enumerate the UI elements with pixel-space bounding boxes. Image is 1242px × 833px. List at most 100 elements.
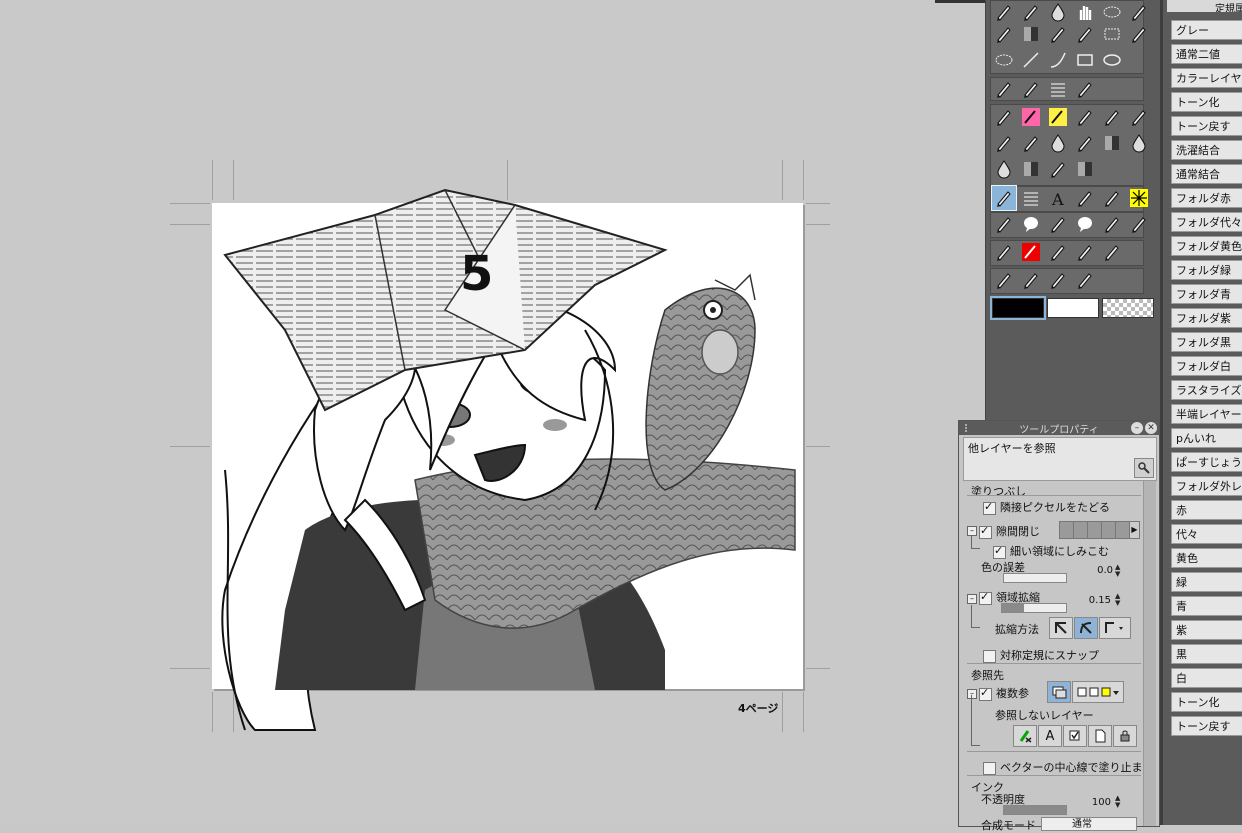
- vector-center-row[interactable]: ベクターの中心線で塗り止ま: [983, 759, 1161, 775]
- correct-line-icon[interactable]: [992, 240, 1016, 264]
- auto-action-item[interactable]: 黒: [1171, 644, 1242, 664]
- auto-action-item[interactable]: 黄色: [1171, 548, 1242, 568]
- auto-action-item[interactable]: フォルダ青: [1171, 284, 1242, 304]
- auto-action-item[interactable]: pんいれ: [1171, 428, 1242, 448]
- auto-action-item[interactable]: 赤: [1171, 500, 1242, 520]
- ruler-tool-icon[interactable]: [992, 268, 1016, 292]
- marker-icon[interactable]: [1046, 105, 1070, 129]
- area-scaling-spinner[interactable]: ▲ ▼: [1115, 593, 1123, 607]
- auto-action-item[interactable]: ラスタライズ: [1171, 380, 1242, 400]
- text-icon[interactable]: A: [1046, 186, 1070, 210]
- auto-action-item[interactable]: 半端レイヤーを: [1171, 404, 1242, 424]
- auto-action-item[interactable]: フォルダ黄色: [1171, 236, 1242, 256]
- auto-action-item[interactable]: フォルダ赤: [1171, 188, 1242, 208]
- auto-action-item[interactable]: トーン戻す: [1171, 116, 1242, 136]
- exclude-draft-icon[interactable]: [1013, 725, 1037, 747]
- correct-line-icon[interactable]: [1073, 240, 1097, 264]
- close-icon[interactable]: ✕: [1145, 422, 1157, 434]
- tool-property-titlebar[interactable]: ツールプロパティ – ✕: [959, 421, 1159, 436]
- color-margin-spinner[interactable]: ▲ ▼: [1115, 564, 1123, 578]
- auto-action-item[interactable]: フォルダ緑: [1171, 260, 1242, 280]
- ruler-icon[interactable]: [1073, 131, 1097, 155]
- main-color-swatch[interactable]: [990, 296, 1046, 320]
- vector-center-checkbox[interactable]: [983, 761, 996, 775]
- collapse-icon[interactable]: –: [967, 526, 977, 536]
- fill-narrow-checkbox[interactable]: [993, 544, 1006, 559]
- auto-action-item[interactable]: 洗濯結合: [1171, 140, 1242, 160]
- hatch-icon[interactable]: [1046, 77, 1070, 101]
- minimize-icon[interactable]: –: [1131, 422, 1143, 434]
- scrollbar[interactable]: [1143, 481, 1156, 826]
- brush-icon[interactable]: [1073, 105, 1097, 129]
- auto-action-item[interactable]: トーン化: [1171, 92, 1242, 112]
- follow-adjacent-row[interactable]: 隣接ピクセルをたどる: [983, 499, 1161, 515]
- opacity-slider[interactable]: [1003, 805, 1067, 815]
- arrow-icon[interactable]: [1100, 186, 1124, 210]
- wrench-icon[interactable]: [1134, 458, 1154, 478]
- exclude-selected-icon[interactable]: [1063, 725, 1087, 747]
- snap-symmetry-row[interactable]: 対称定規にスナップ: [983, 647, 1161, 663]
- auto-action-item[interactable]: カラーレイヤー: [1171, 68, 1242, 88]
- auto-action-item[interactable]: ぱーすじょうぎ: [1171, 452, 1242, 472]
- multiple-ref-row[interactable]: 複数参: [979, 685, 1049, 701]
- color-pen-icon[interactable]: [1019, 105, 1043, 129]
- oval-icon[interactable]: [1100, 48, 1124, 72]
- auto-action-item[interactable]: フォルダ白: [1171, 356, 1242, 376]
- auto-action-item[interactable]: 通常二値: [1171, 44, 1242, 64]
- gradient-icon[interactable]: [1100, 131, 1124, 155]
- perspective-icon[interactable]: [1019, 268, 1043, 292]
- rect-select-icon[interactable]: [1100, 22, 1124, 46]
- area-scaling-checkbox[interactable]: [979, 590, 992, 605]
- red-pen-icon[interactable]: [1019, 240, 1043, 264]
- correct-line-icon[interactable]: [1046, 240, 1070, 264]
- pencil-brush-icon[interactable]: [1019, 77, 1043, 101]
- scale-sharp-icon[interactable]: [1049, 617, 1073, 639]
- color-margin-slider[interactable]: [1003, 573, 1067, 583]
- canvas-area[interactable]: 5 4ページ: [0, 0, 985, 825]
- line-icon[interactable]: [1019, 48, 1043, 72]
- close-gap-level-selector[interactable]: ▶: [1059, 521, 1140, 539]
- magnifier-icon[interactable]: [1019, 0, 1043, 24]
- snap-symmetry-checkbox[interactable]: [983, 649, 996, 663]
- tail-icon[interactable]: [1100, 212, 1124, 236]
- auto-action-item[interactable]: フォルダ代々: [1171, 212, 1242, 232]
- tail-icon[interactable]: [1127, 212, 1151, 236]
- auto-action-item[interactable]: グレー: [1171, 20, 1242, 40]
- ref-layer-dropdown[interactable]: [1072, 681, 1124, 703]
- hand-icon[interactable]: [1073, 0, 1097, 24]
- auto-action-item[interactable]: トーン戻す: [1171, 716, 1242, 736]
- rectangle-icon[interactable]: [1073, 48, 1097, 72]
- auto-action-item[interactable]: トーン化: [1171, 692, 1242, 712]
- area-scaling-slider[interactable]: [1001, 603, 1067, 613]
- multiple-ref-checkbox[interactable]: [979, 686, 992, 701]
- auto-action-item[interactable]: 紫: [1171, 620, 1242, 640]
- balloon-icon[interactable]: [1073, 212, 1097, 236]
- pen-icon[interactable]: [1073, 268, 1097, 292]
- ellipse-select-icon[interactable]: [1100, 0, 1124, 24]
- pen-icon[interactable]: [1046, 212, 1070, 236]
- blend-icon[interactable]: [992, 77, 1016, 101]
- burst-icon[interactable]: [1127, 186, 1151, 210]
- g-pen-icon[interactable]: [992, 105, 1016, 129]
- figure-icon[interactable]: [1046, 157, 1070, 181]
- auto-action-item[interactable]: 代々: [1171, 524, 1242, 544]
- auto-action-item[interactable]: 通常結合: [1171, 164, 1242, 184]
- scale-round-icon[interactable]: [1074, 617, 1098, 639]
- sub-color-swatch[interactable]: [1047, 298, 1099, 318]
- magic-wand-icon[interactable]: [1127, 0, 1151, 24]
- balloon-icon[interactable]: [1019, 212, 1043, 236]
- hatch-icon[interactable]: [1019, 186, 1043, 210]
- gradient-icon[interactable]: [1019, 22, 1043, 46]
- auto-action-item[interactable]: 緑: [1171, 572, 1242, 592]
- eyedropper-icon[interactable]: [1046, 0, 1070, 24]
- fill-bucket-icon[interactable]: [991, 185, 1017, 211]
- eraser-icon[interactable]: [1100, 105, 1124, 129]
- grip-icon[interactable]: [965, 424, 973, 432]
- auto-action-item[interactable]: 青: [1171, 596, 1242, 616]
- follow-adjacent-checkbox[interactable]: [983, 500, 996, 515]
- auto-action-item[interactable]: 白: [1171, 668, 1242, 688]
- drop-icon[interactable]: [1127, 131, 1151, 155]
- curve-icon[interactable]: [1046, 48, 1070, 72]
- opacity-spinner[interactable]: ▲ ▼: [1115, 795, 1123, 809]
- correct-line-icon[interactable]: [1100, 240, 1124, 264]
